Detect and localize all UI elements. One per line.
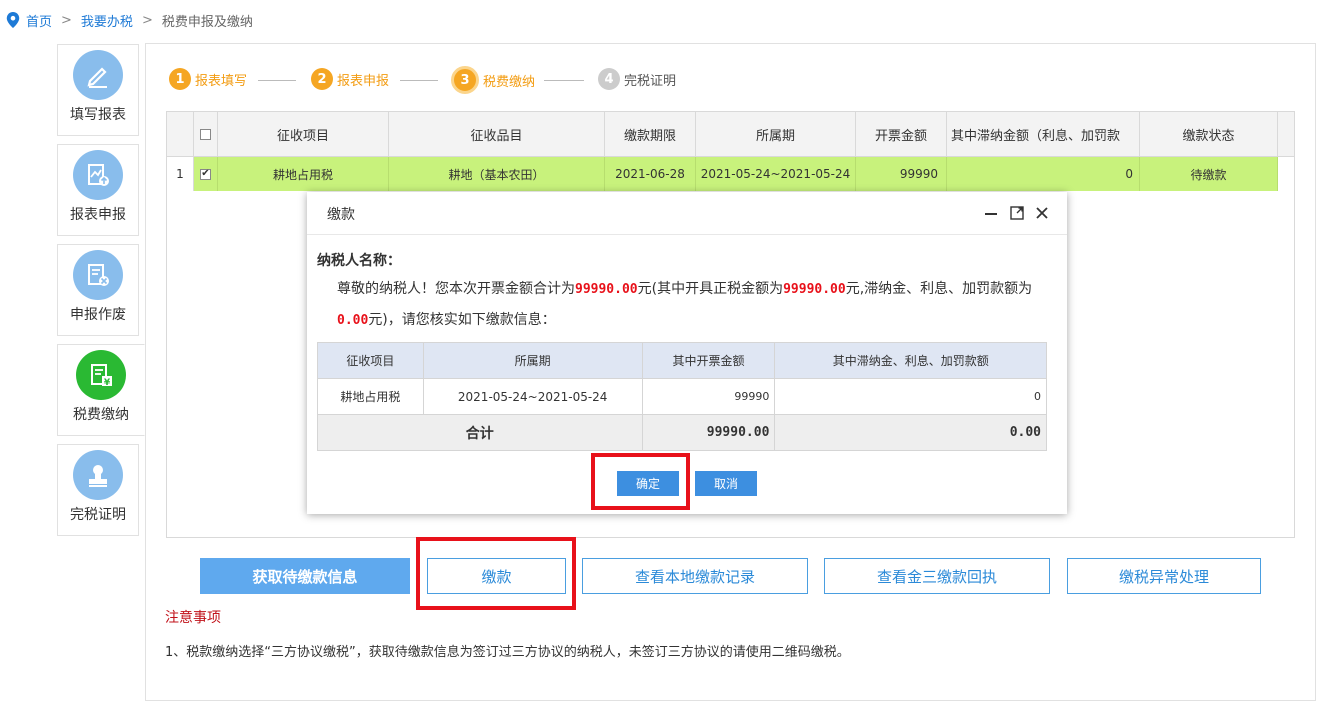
step-1: 1 报表填写 [169, 68, 247, 90]
taxpayer-name-label: 纳税人名称： [317, 253, 401, 269]
cell-late: 0 [774, 378, 1047, 415]
tax-payment-icon: ¥ [76, 350, 126, 400]
breadcrumb-home-link[interactable]: 首页 [26, 11, 52, 30]
breadcrumb: 首页 > 我要办税 > 税费申报及缴纳 [6, 10, 253, 30]
row-checkbox[interactable]: ✔ [194, 157, 218, 191]
tax-amount: 99990.00 [783, 282, 846, 297]
minimize-icon[interactable] [983, 205, 999, 221]
col-header[interactable]: 征收项目 [218, 112, 389, 156]
payment-info-table: 征收项目 所属期 其中开票金额 其中滞纳金、利息、加罚款额 耕地占用税 2021… [317, 342, 1047, 451]
cancel-button[interactable]: 取消 [695, 471, 757, 496]
table-row[interactable]: 1 ✔ 耕地占用税 耕地（基本农田） 2021-06-28 2021-05-24… [167, 157, 1294, 191]
payment-message-line2: 0.00元)，请您核实如下缴款信息： [337, 312, 556, 328]
breadcrumb-tax-link[interactable]: 我要办税 [81, 11, 133, 30]
grid-rownum-header [167, 112, 194, 156]
cell-period: 2021-05-24~2021-05-24 [422, 378, 643, 415]
maximize-icon[interactable] [1009, 205, 1025, 221]
sum-row: 合计 99990.00 0.00 [317, 414, 1047, 451]
col-header: 征收项目 [317, 342, 424, 379]
close-icon[interactable] [1034, 205, 1050, 221]
dialog-title: 缴款 [327, 207, 355, 223]
select-all-checkbox[interactable] [194, 112, 218, 156]
col-header: 其中滞纳金、利息、加罚款额 [774, 342, 1047, 379]
cell-deadline: 2021-06-28 [605, 157, 696, 191]
cell-late-fee: 0 [947, 157, 1140, 191]
breadcrumb-separator: > [61, 12, 72, 28]
col-header[interactable]: 缴款状态 [1140, 112, 1278, 156]
cell-amount: 99990 [641, 378, 776, 415]
sum-late: 0.00 [774, 414, 1047, 451]
step-label: 报表填写 [195, 73, 248, 89]
report-upload-icon [73, 150, 123, 200]
edit-icon [73, 50, 123, 100]
col-header: 所属期 [422, 342, 643, 379]
col-header[interactable]: 缴款期限 [605, 112, 696, 156]
local-records-button[interactable]: 查看本地缴款记录 [582, 558, 808, 594]
table-row: 耕地占用税 2021-05-24~2021-05-24 99990 0 [317, 378, 1047, 415]
cell-sub-item: 耕地（基本农田） [389, 157, 605, 191]
step-4: 4 完税证明 [598, 68, 676, 90]
sidebar-item-label: 填写报表 [70, 107, 126, 123]
sidebar-item-label: 申报作废 [70, 307, 126, 323]
col-header[interactable]: 开票金额 [856, 112, 947, 156]
row-number: 1 [167, 157, 194, 191]
sum-amount: 99990.00 [641, 414, 776, 451]
payment-dialog: 缴款 纳税人名称： 尊敬的纳税人！您本次开票金额合计为99990.00元(其中开… [307, 192, 1067, 514]
fetch-pending-button[interactable]: 获取待缴款信息 [200, 558, 410, 594]
sidebar-item-fill-report[interactable]: 填写报表 [57, 44, 139, 136]
invalidate-icon [73, 250, 123, 300]
col-header[interactable]: 其中滞纳金额（利息、加罚款 [947, 112, 1140, 156]
step-connector [258, 80, 296, 81]
cell-item: 耕地占用税 [317, 378, 424, 415]
breadcrumb-current: 税费申报及缴纳 [161, 14, 253, 30]
total-amount: 99990.00 [575, 282, 638, 297]
payment-message-line1: 尊敬的纳税人！您本次开票金额合计为99990.00元(其中开具正税金额为9999… [337, 281, 1033, 297]
col-header[interactable]: 所属期 [696, 112, 856, 156]
cell-item: 耕地占用税 [218, 157, 389, 191]
sidebar-item-tax-certificate[interactable]: 完税证明 [57, 444, 139, 536]
step-label: 完税证明 [624, 73, 677, 89]
exception-handling-button[interactable]: 缴税异常处理 [1067, 558, 1261, 594]
sidebar-item-label: 税费缴纳 [73, 407, 129, 423]
step-number: 4 [598, 68, 620, 90]
location-pin-icon [6, 12, 20, 28]
step-label: 税费缴纳 [483, 74, 536, 90]
sum-label: 合计 [317, 414, 643, 451]
cell-amount: 99990 [856, 157, 947, 191]
grid-header: 征收项目 征收品目 缴款期限 所属期 开票金额 其中滞纳金额（利息、加罚款 缴款… [167, 112, 1294, 157]
step-number: 2 [311, 68, 333, 90]
certificate-stamp-icon [73, 450, 123, 500]
step-number-current: 3 [451, 66, 479, 94]
sidebar-item-tax-payment[interactable]: ¥ 税费缴纳 [57, 344, 145, 436]
jinsan-receipt-button[interactable]: 查看金三缴款回执 [824, 558, 1050, 594]
cell-status: 待缴款 [1140, 157, 1278, 191]
dialog-header: 缴款 [307, 192, 1067, 235]
annotation-highlight-box [591, 453, 690, 510]
notes-title: 注意事项 [165, 610, 221, 626]
svg-text:¥: ¥ [104, 378, 111, 388]
breadcrumb-separator: > [141, 12, 153, 28]
sidebar-item-label: 完税证明 [70, 507, 126, 523]
step-connector [400, 80, 438, 81]
cell-period: 2021-05-24~2021-05-24 [696, 157, 856, 191]
step-number: 1 [169, 68, 191, 90]
annotation-highlight-box [416, 537, 576, 610]
step-label: 报表申报 [337, 73, 390, 89]
sidebar-item-label: 报表申报 [70, 207, 126, 223]
col-header: 其中开票金额 [641, 342, 776, 379]
col-header[interactable]: 征收品目 [389, 112, 605, 156]
step-2: 2 报表申报 [311, 68, 389, 90]
notes-line: 1、税款缴纳选择“三方协议缴税”，获取待缴款信息为签订过三方协议的纳税人，未签订… [165, 645, 850, 660]
step-3: 3 税费缴纳 [451, 66, 535, 94]
step-connector [544, 80, 584, 81]
sidebar-item-invalidate[interactable]: 申报作废 [57, 244, 139, 336]
late-fee-amount: 0.00 [337, 313, 369, 328]
sidebar-item-report-submit[interactable]: 报表申报 [57, 144, 139, 236]
